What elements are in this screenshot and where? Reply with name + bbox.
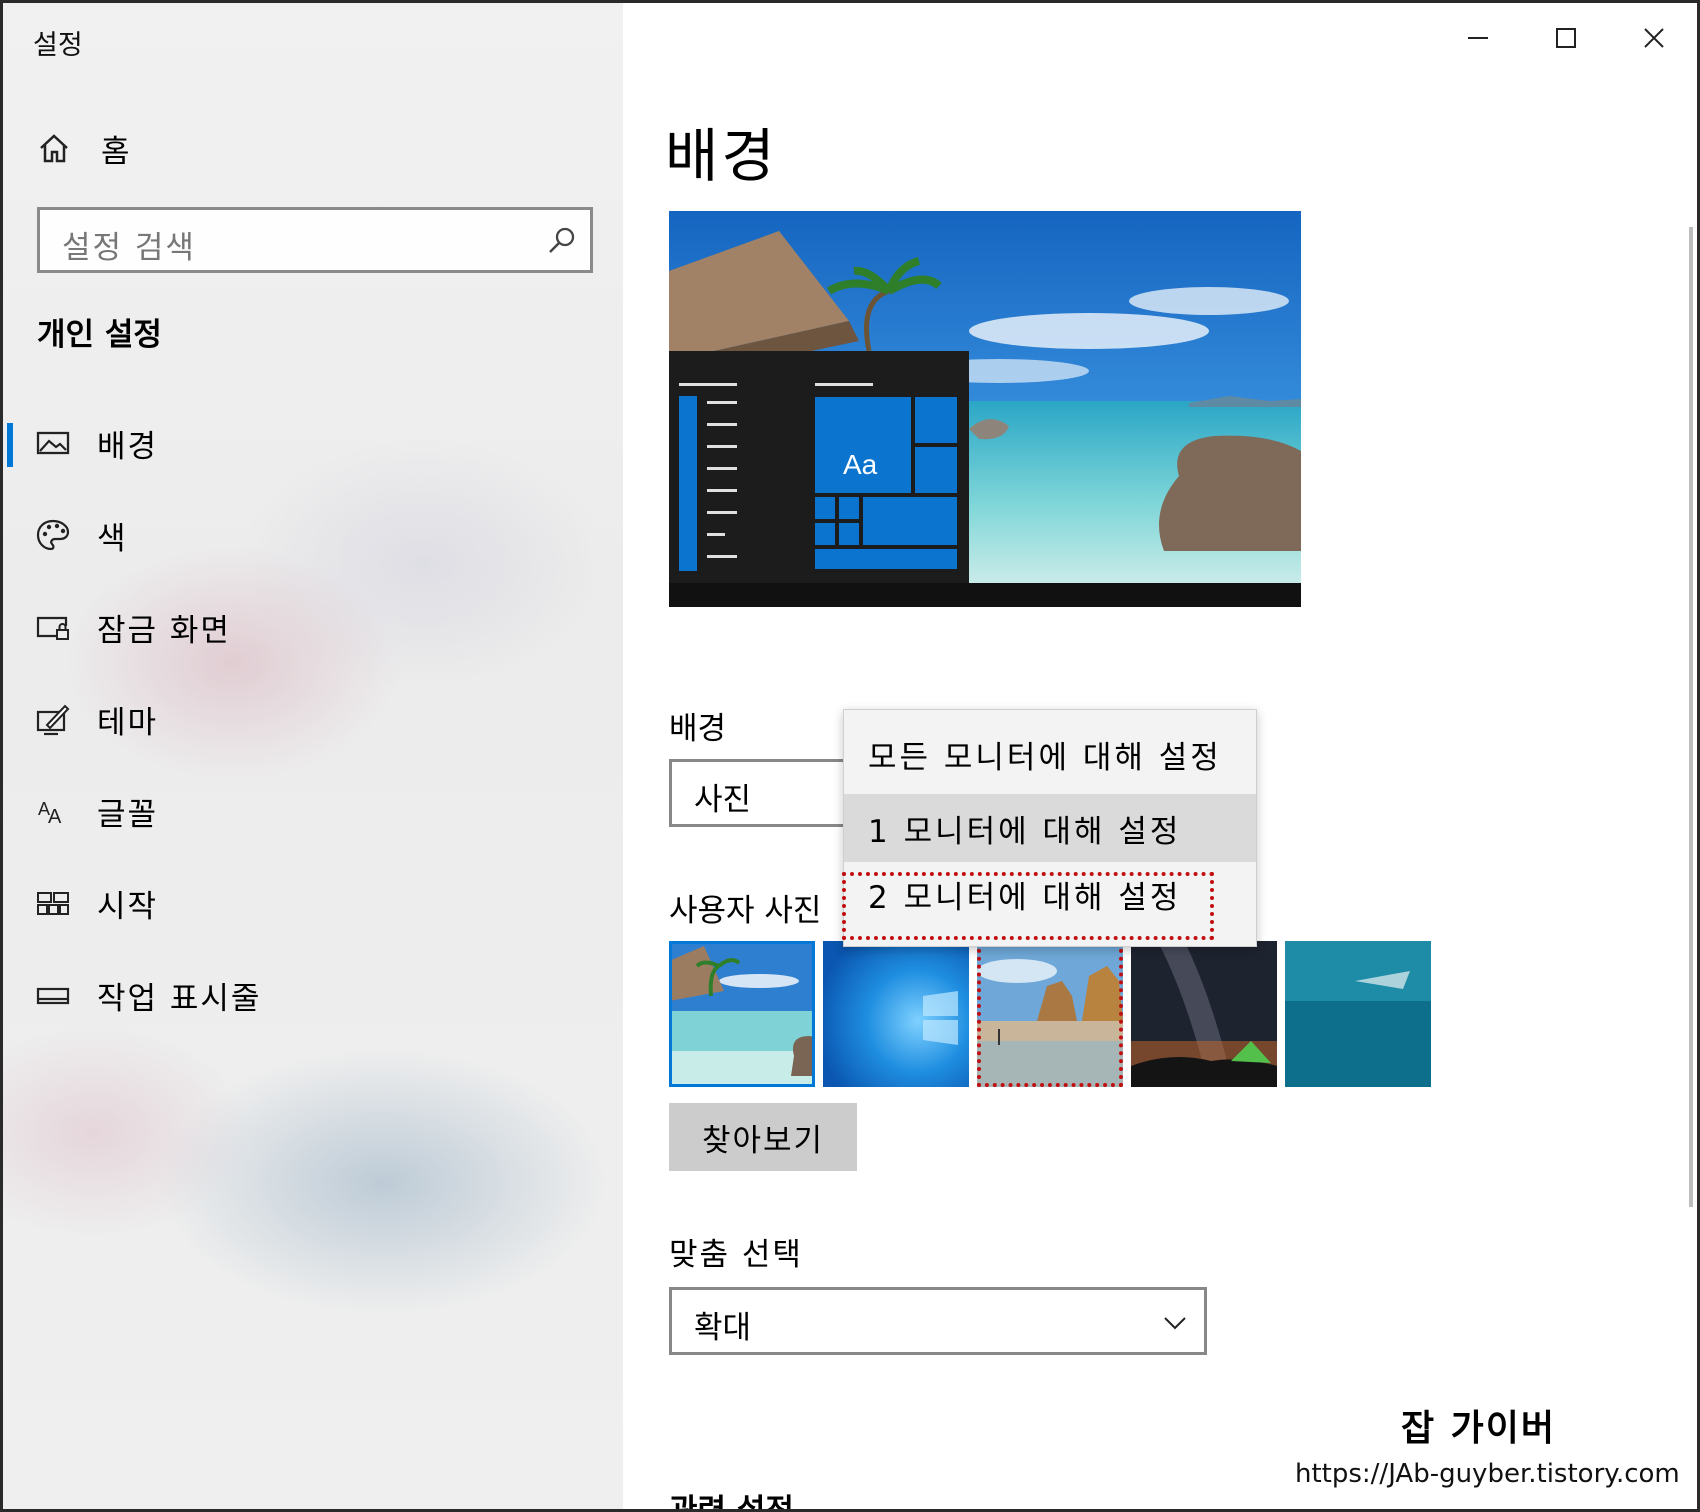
background-preview: Aa (669, 211, 1301, 607)
user-photos-label: 사용자 사진 (669, 893, 822, 929)
sidebar-item-fonts[interactable]: A A 글꼴 (3, 771, 623, 851)
palette-icon (36, 519, 70, 551)
sidebar-item-taskbar[interactable]: 작업 표시줄 (3, 955, 623, 1035)
sidebar-item-theme[interactable]: 테마 (3, 679, 623, 759)
sidebar-item-background[interactable]: 배경 (3, 403, 623, 483)
preview-tile-label: Aa (843, 449, 878, 480)
sidebar-home[interactable]: 홈 (37, 123, 130, 173)
search-placeholder: 설정 검색 (62, 230, 196, 266)
picture-icon (36, 431, 70, 455)
photo-thumb-night[interactable] (1131, 941, 1277, 1087)
minimize-button[interactable] (1443, 15, 1513, 61)
theme-icon (36, 704, 70, 736)
windows-blue-image (823, 941, 969, 1087)
sidebar-item-color[interactable]: 색 (3, 495, 623, 575)
close-button[interactable] (1619, 15, 1689, 61)
home-label: 홈 (101, 133, 130, 170)
sidebar-item-label: 시작 (97, 888, 159, 925)
sidebar: 설정 홈 설정 검색 개인 설정 배경 색 잠금 화면 테마 A A 글꼴 시작… (3, 3, 623, 1509)
background-value: 사진 (694, 782, 752, 818)
font-icon: A A (38, 799, 62, 828)
sidebar-item-label: 배경 (97, 428, 159, 465)
fit-label: 맞춤 선택 (669, 1237, 803, 1273)
related-settings-heading: 관련 설정 (669, 1493, 794, 1512)
sidebar-item-label: 테마 (97, 704, 159, 741)
highlight-outline (842, 872, 1214, 940)
sidebar-item-label: 색 (97, 520, 128, 557)
close-icon (1644, 28, 1664, 48)
watermark-title: 잡 가이버 (1401, 1408, 1557, 1449)
chevron-down-icon (1164, 1317, 1186, 1330)
tropical-beach-image (669, 941, 815, 1087)
taskbar-icon (36, 987, 70, 1005)
menu-item-monitor-1[interactable]: 1 모니터에 대해 설정 (844, 794, 1256, 862)
svg-text:A: A (48, 806, 62, 828)
scrollbar[interactable] (1689, 227, 1693, 1207)
preview-image (669, 211, 1301, 607)
menu-item-all-monitors[interactable]: 모든 모니터에 대해 설정 (844, 720, 1256, 788)
home-icon (40, 134, 68, 163)
search-input[interactable]: 설정 검색 (37, 207, 593, 273)
photo-thumb-arches[interactable] (977, 941, 1123, 1087)
highlight-outline (977, 941, 1123, 1087)
sidebar-item-label: 잠금 화면 (97, 612, 231, 649)
photo-list (669, 941, 1439, 1087)
lock-screen-icon (36, 616, 69, 640)
app-title: 설정 (33, 30, 83, 61)
minimize-icon (1468, 37, 1488, 39)
sidebar-item-label: 글꼴 (97, 796, 159, 833)
underwater-swimmer-image (1285, 941, 1431, 1087)
page-title: 배경 (665, 122, 778, 190)
sidebar-item-lock-screen[interactable]: 잠금 화면 (3, 587, 623, 667)
watermark-url: https://JAb-guyber.tistory.com (1295, 1459, 1680, 1489)
background-label: 배경 (669, 711, 727, 747)
settings-window: 설정 홈 설정 검색 개인 설정 배경 색 잠금 화면 테마 A A 글꼴 시작… (0, 0, 1700, 1512)
background-dropdown[interactable]: 사진 (669, 759, 869, 827)
maximize-button[interactable] (1531, 15, 1601, 61)
sidebar-item-start[interactable]: 시작 (3, 863, 623, 943)
photo-thumb-windows[interactable] (823, 941, 969, 1087)
photo-thumb-underwater[interactable] (1285, 941, 1431, 1087)
browse-button[interactable]: 찾아보기 (669, 1103, 857, 1171)
night-sky-tent-image (1131, 941, 1277, 1087)
active-indicator (7, 423, 13, 467)
section-title: 개인 설정 (37, 317, 162, 353)
search-icon[interactable] (546, 224, 578, 256)
maximize-icon (1556, 28, 1576, 48)
fit-dropdown[interactable]: 확대 (669, 1287, 1207, 1355)
content-pane: 배경 Aa 배경 사진 사용자 사진 모든 모니터에 대해 설정 1 모니터에 … (623, 3, 1697, 1512)
start-icon (37, 892, 69, 915)
fit-value: 확대 (694, 1310, 752, 1346)
monitor-context-menu: 모든 모니터에 대해 설정 1 모니터에 대해 설정 2 모니터에 대해 설정 (842, 709, 1257, 947)
sidebar-item-label: 작업 표시줄 (97, 980, 262, 1017)
photo-thumb-tropical[interactable] (669, 941, 815, 1087)
